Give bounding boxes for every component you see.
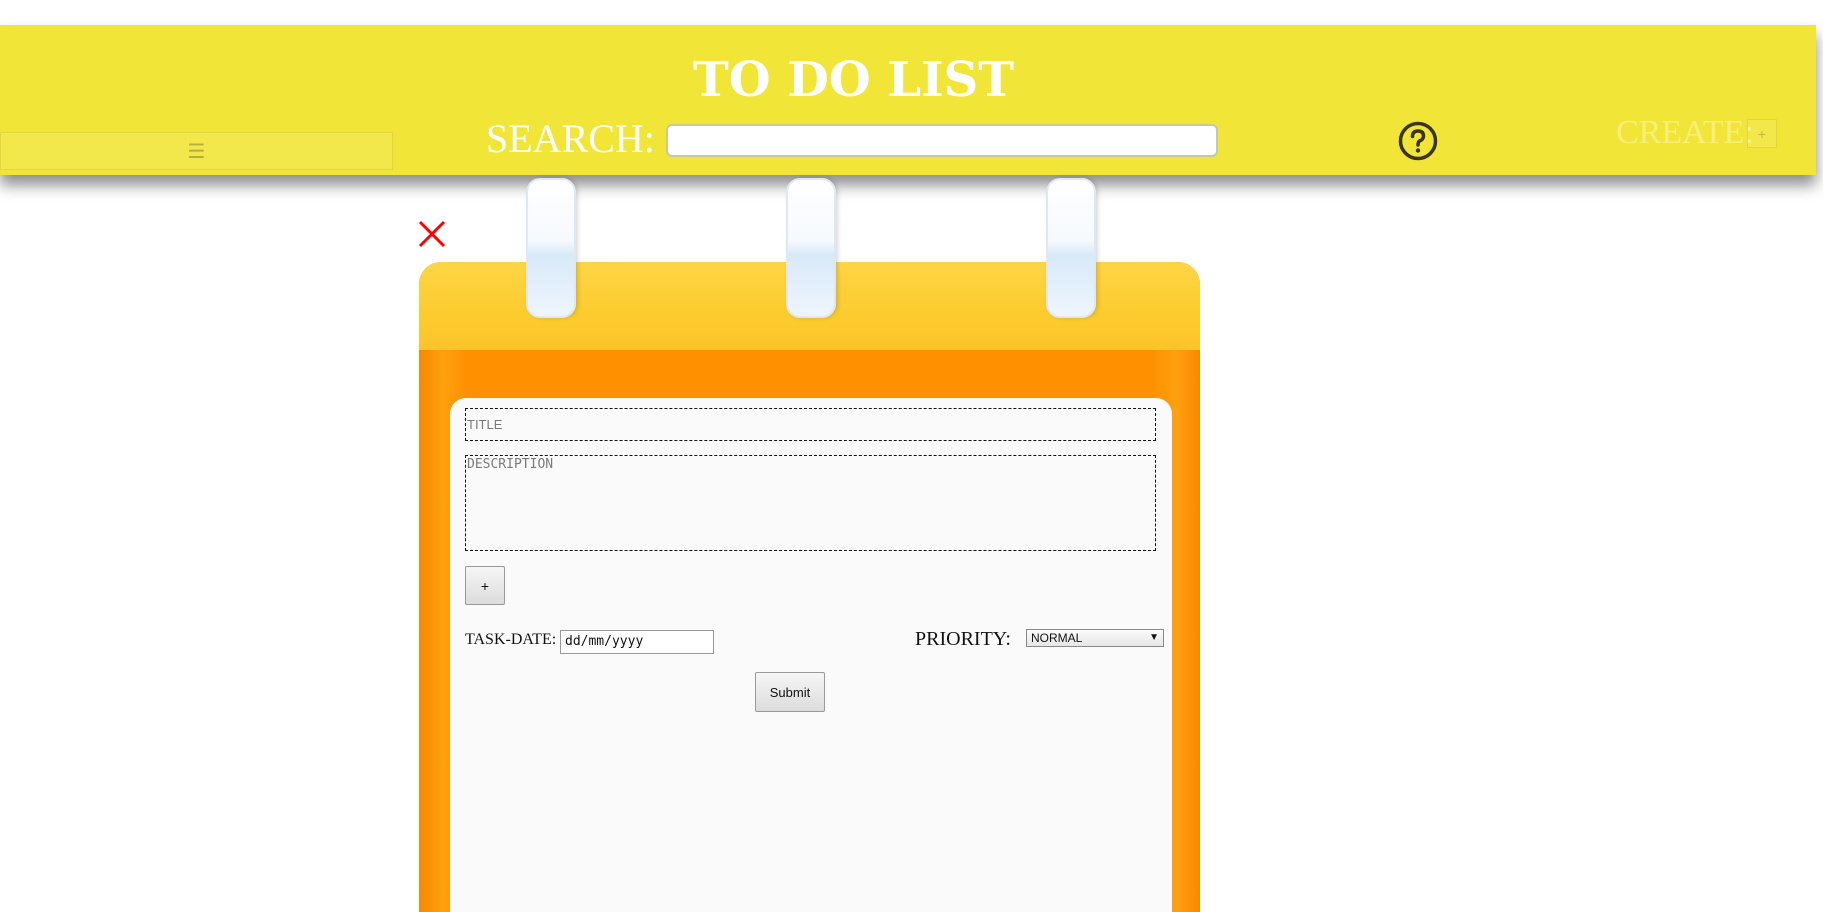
title-field[interactable] (465, 408, 1156, 441)
close-icon[interactable] (418, 220, 446, 248)
priority-selected-value: NORMAL (1031, 631, 1083, 645)
header-bar: TO DO LIST ☰ SEARCH: CREATE: + (0, 25, 1816, 175)
binder-ring (1046, 178, 1096, 318)
menu-button[interactable]: ☰ (0, 132, 393, 170)
caret-down-icon: ▼ (1149, 632, 1159, 643)
binder-ring (526, 178, 576, 318)
hamburger-icon: ☰ (187, 139, 206, 163)
priority-select[interactable]: NORMAL ▼ (1026, 629, 1164, 647)
submit-button[interactable]: Submit (755, 672, 825, 712)
create-label: CREATE: (1616, 114, 1754, 151)
add-button[interactable]: + (465, 566, 505, 605)
create-button[interactable]: + (1747, 119, 1777, 148)
task-date-label: TASK-DATE: (465, 631, 557, 648)
description-field[interactable] (465, 455, 1156, 551)
search-label: SEARCH: (486, 116, 655, 161)
question-circle-icon[interactable] (1398, 121, 1438, 161)
app-title: TO DO LIST (693, 52, 1014, 108)
binder-ring (786, 178, 836, 318)
task-date-input[interactable]: dd/mm/yyyy (560, 630, 714, 654)
priority-label: PRIORITY: (915, 628, 1011, 650)
search-input[interactable] (666, 124, 1218, 157)
